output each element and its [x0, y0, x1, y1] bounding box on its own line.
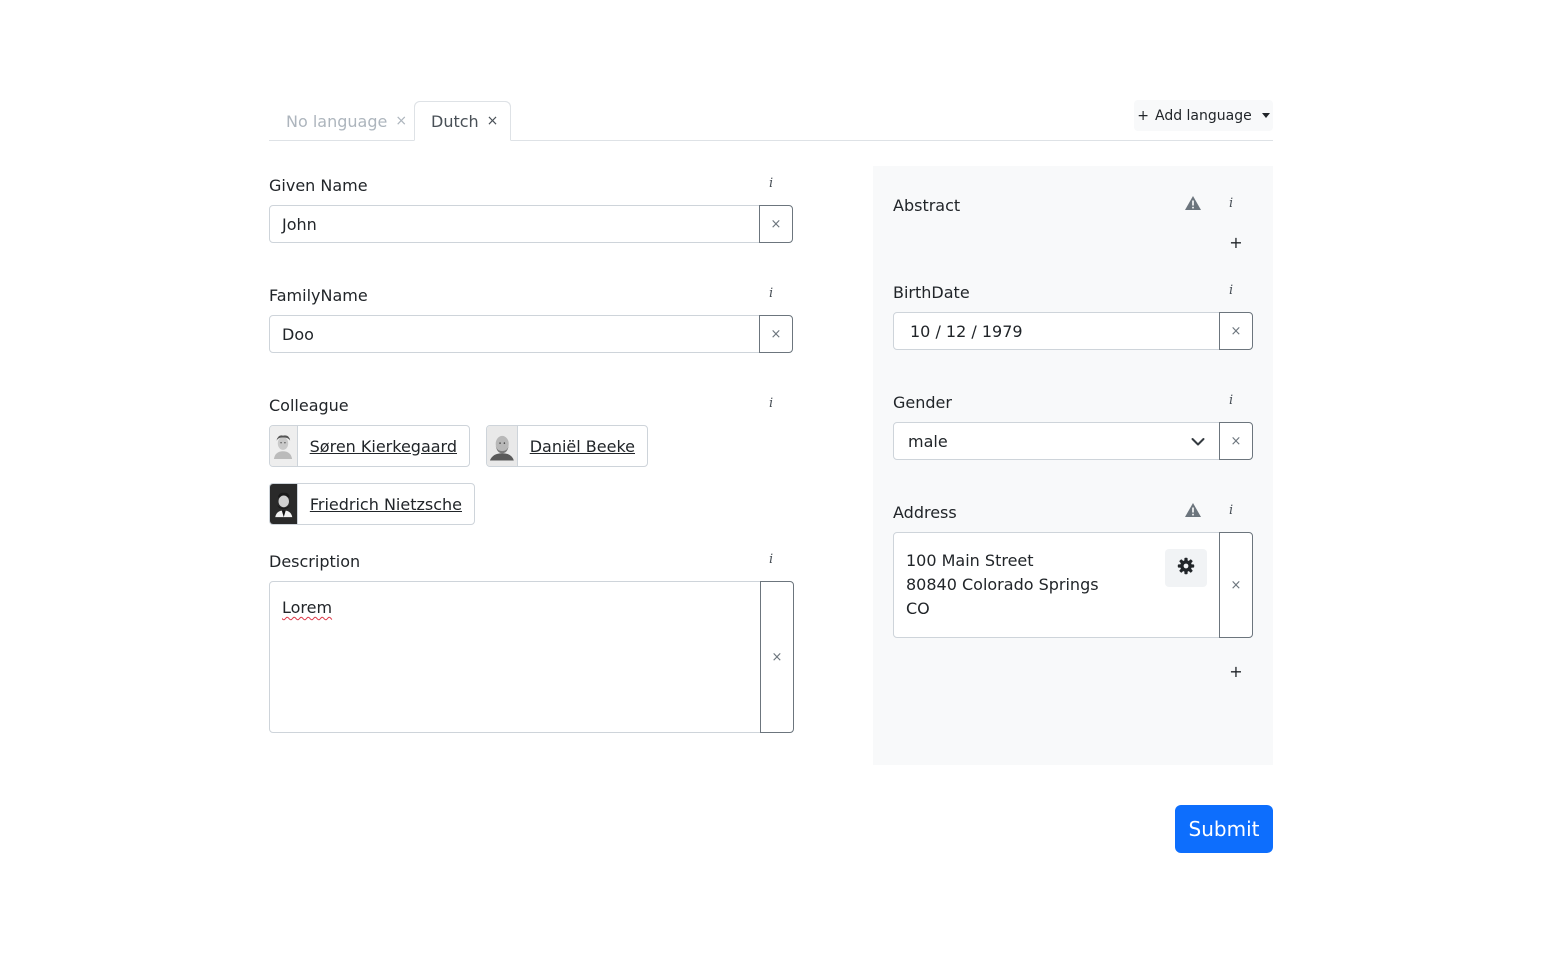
info-icon[interactable]: i [769, 286, 773, 301]
colleague-chip[interactable]: Friedrich Nietzsche [269, 483, 475, 525]
plus-icon: + [1137, 107, 1149, 124]
chevron-down-icon [1191, 432, 1205, 451]
birthdate-label: BirthDate [893, 283, 970, 302]
family-name-input[interactable]: Doo [269, 315, 760, 353]
tab-label: Dutch [431, 111, 479, 131]
info-icon[interactable]: i [1229, 283, 1233, 298]
family-name-label: FamilyName [269, 286, 368, 305]
description-label: Description [269, 552, 361, 571]
given-name-label: Given Name [269, 176, 368, 195]
description-text: Lorem [282, 598, 333, 617]
description-textarea[interactable]: Lorem [269, 581, 761, 733]
colleague-link[interactable]: Friedrich Nietzsche [298, 495, 474, 514]
avatar [270, 426, 298, 466]
avatar [487, 426, 518, 466]
info-icon[interactable]: i [769, 552, 773, 567]
tab-dutch-overlay[interactable]: Dutch × [414, 101, 511, 141]
add-language-dropdown[interactable]: + Add language [1134, 100, 1273, 131]
info-icon[interactable]: i [769, 396, 773, 411]
edit-address-button[interactable] [1165, 549, 1207, 587]
clear-button[interactable]: × [759, 315, 793, 353]
warning-icon [1184, 195, 1202, 215]
gender-label: Gender [893, 393, 952, 412]
info-icon[interactable]: i [769, 176, 773, 191]
info-icon[interactable]: i [1229, 393, 1233, 408]
tab-label: No language [286, 111, 388, 131]
clear-button[interactable]: × [759, 205, 793, 243]
colleague-chip[interactable]: Daniël Beeke [486, 425, 648, 467]
gear-icon [1177, 557, 1195, 579]
clear-button[interactable]: × [760, 581, 794, 733]
add-language-label: Add language [1154, 107, 1252, 124]
colleague-link[interactable]: Søren Kierkegaard [298, 437, 469, 456]
abstract-label: Abstract [893, 196, 961, 215]
colleague-label: Colleague [269, 396, 349, 415]
colleague-link[interactable]: Daniël Beeke [518, 437, 647, 456]
address-label: Address [893, 503, 957, 522]
info-icon[interactable]: i [1229, 503, 1233, 518]
add-address-button[interactable]: + [1219, 655, 1253, 687]
colleague-chip[interactable]: Søren Kierkegaard [269, 425, 470, 467]
submit-button[interactable]: Submit [1175, 805, 1273, 853]
gender-select[interactable]: male [893, 422, 1220, 460]
avatar [270, 484, 298, 524]
address-line: 100 Main Street [906, 551, 1034, 570]
close-icon[interactable]: × [395, 113, 407, 129]
birthdate-input[interactable]: 10 / 12 / 1979 [893, 312, 1220, 350]
close-icon[interactable]: × [487, 113, 499, 129]
info-icon[interactable]: i [1229, 196, 1233, 211]
address-line: CO [906, 599, 930, 618]
tab-no-language[interactable]: No language × [269, 101, 424, 141]
address-line: 80840 Colorado Springs [906, 575, 1099, 594]
gender-value: male [908, 431, 948, 451]
add-abstract-button[interactable]: + [1219, 226, 1253, 258]
clear-button[interactable]: × [1219, 312, 1253, 350]
given-name-input[interactable]: John [269, 205, 760, 243]
side-panel [873, 166, 1273, 765]
clear-button[interactable]: × [1219, 532, 1253, 638]
warning-icon [1184, 502, 1202, 522]
caret-down-icon [1261, 113, 1270, 118]
clear-button[interactable]: × [1219, 422, 1253, 460]
